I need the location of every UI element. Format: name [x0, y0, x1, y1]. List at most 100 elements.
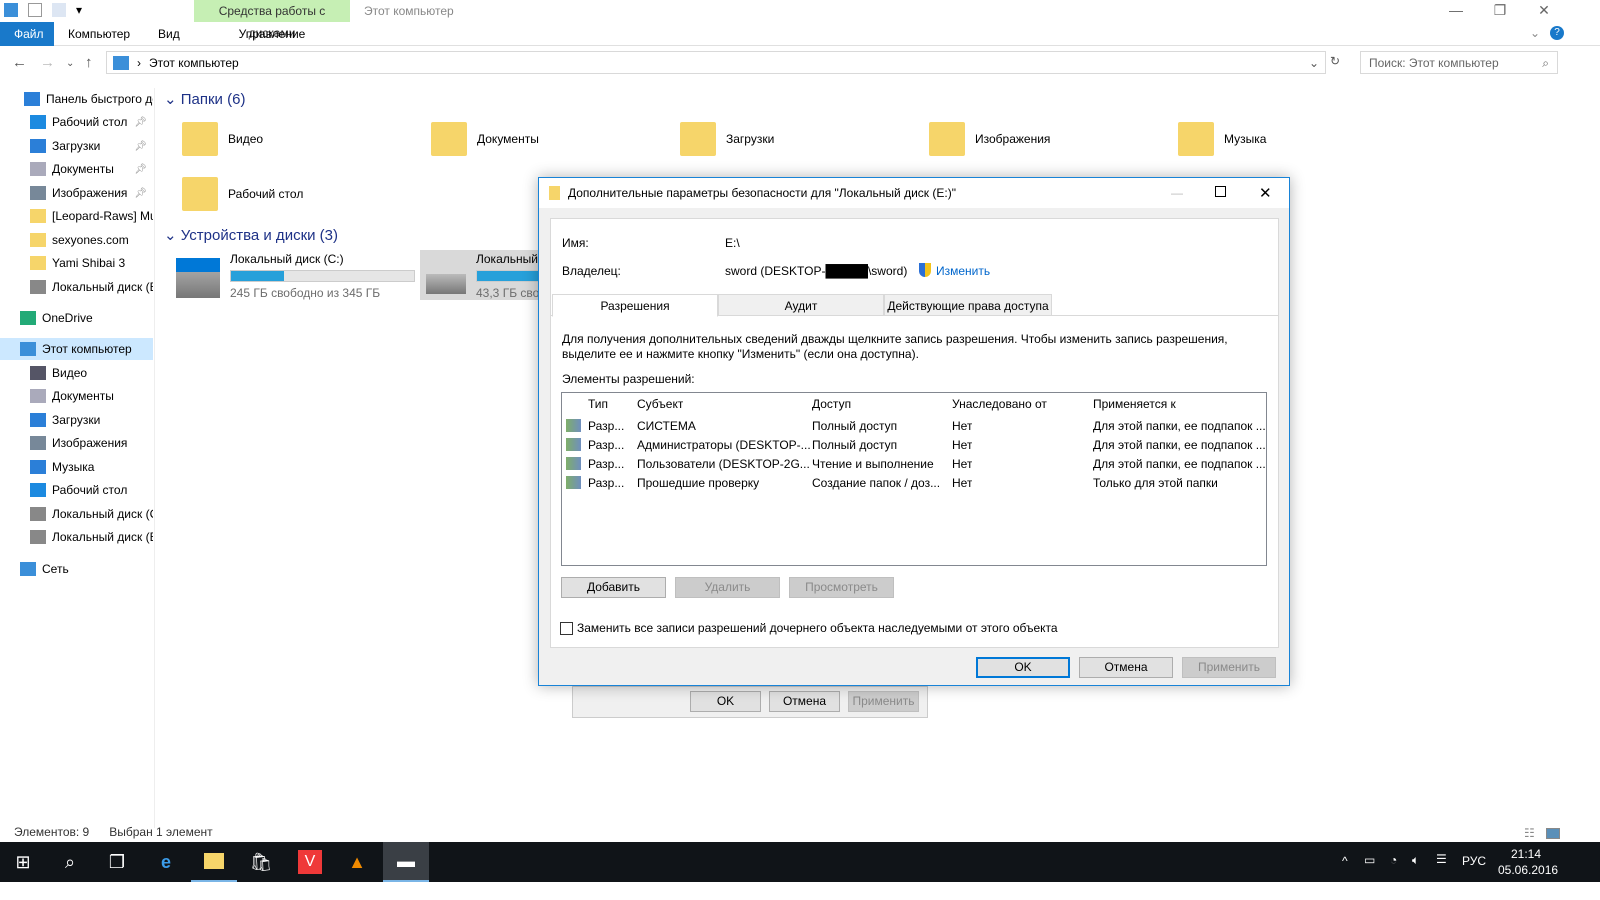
permission-entries-list[interactable]: Тип Субъект Доступ Унаследовано от Приме… [561, 392, 1267, 566]
column-applies-to[interactable]: Применяется к [1093, 397, 1176, 411]
task-view-icon[interactable]: ❐ [94, 842, 140, 882]
properties-icon[interactable] [28, 3, 42, 17]
folder-item[interactable]: Видео [182, 122, 263, 156]
remove-button[interactable]: Удалить [675, 577, 780, 598]
folder-item[interactable]: Документы [431, 122, 539, 156]
tab-computer[interactable]: Компьютер [54, 22, 144, 46]
sidebar-item[interactable]: Панель быстрого доступа [0, 88, 153, 110]
folder-item[interactable]: Музыка [1178, 122, 1266, 156]
expand-ribbon-icon[interactable]: ⌄ [1530, 26, 1540, 40]
apply-button[interactable]: Применить [1182, 657, 1276, 678]
sidebar-item[interactable]: Загрузки [0, 409, 153, 431]
add-button[interactable]: Добавить [561, 577, 666, 598]
permission-entry-row[interactable]: Разр... Администраторы (DESKTOP-... Полный… [562, 435, 1266, 454]
close-button[interactable]: ✕ [1522, 0, 1566, 22]
replace-permissions-checkbox[interactable] [560, 622, 573, 635]
large-icons-view-icon[interactable] [1546, 828, 1560, 839]
sidebar-item[interactable]: Музыка [0, 456, 153, 478]
sidebar-item[interactable]: Документы 📌︎ [0, 158, 153, 180]
sidebar-item[interactable]: Сеть [0, 558, 153, 580]
vlc-icon[interactable]: ▲ [334, 842, 380, 882]
minimize-button[interactable]: — [1171, 186, 1183, 200]
sidebar-item[interactable]: Рабочий стол 📌︎ [0, 111, 153, 133]
tab-effective-access[interactable]: Действующие права доступа [884, 294, 1052, 316]
start-windows-icon[interactable]: ⊞ [0, 842, 46, 882]
search-icon[interactable]: ⌕ [47, 842, 93, 882]
close-button[interactable]: ✕ [1259, 184, 1272, 202]
file-explorer-icon[interactable] [191, 842, 237, 882]
column-type[interactable]: Тип [588, 397, 608, 411]
sidebar-item[interactable]: Видео [0, 362, 153, 384]
sidebar-item[interactable]: OneDrive [0, 307, 153, 329]
vivaldi-icon[interactable]: V [287, 842, 333, 882]
up-icon[interactable]: ↑ [85, 54, 93, 71]
minimize-button[interactable]: — [1434, 0, 1478, 22]
apply-button[interactable]: Применить [848, 691, 919, 712]
sidebar-item[interactable]: Yami Shibai 3 [0, 252, 153, 274]
customize-dropdown-icon[interactable]: ▾ [76, 3, 84, 17]
folder-item[interactable]: Рабочий стол [182, 177, 303, 211]
change-owner-link[interactable]: Изменить [936, 264, 990, 278]
sidebar-item[interactable]: Изображения 📌︎ [0, 182, 153, 204]
recent-dropdown-icon[interactable]: ⌄ [66, 58, 74, 69]
forward-icon[interactable]: → [40, 54, 55, 71]
drive-c[interactable]: Локальный диск (C:) 245 ГБ свободно из 3… [176, 252, 415, 300]
back-icon[interactable]: ← [12, 54, 27, 71]
sidebar-item[interactable]: Документы [0, 385, 153, 407]
maximize-button[interactable] [1215, 186, 1226, 197]
action-center-icon[interactable]: ☰ [1436, 852, 1447, 866]
battery-icon[interactable]: ▭ [1364, 853, 1375, 867]
sidebar-item[interactable]: Локальный диск (E [0, 276, 153, 298]
pin-icon[interactable]: 📌︎ [134, 188, 147, 199]
view-button[interactable]: Просмотреть [789, 577, 894, 598]
wifi-icon[interactable]: ◔ [1390, 853, 1397, 867]
restore-button[interactable]: ❐ [1478, 0, 1522, 22]
language-indicator[interactable]: РУС [1462, 854, 1486, 868]
pin-icon[interactable]: 📌︎ [134, 141, 147, 152]
clock[interactable]: 21:14 05.06.2016 [1498, 846, 1558, 878]
tab-manage[interactable]: Управление [194, 22, 350, 46]
folders-group-header[interactable]: ⌄ Папки (6) [164, 90, 245, 108]
tab-view[interactable]: Вид [144, 22, 194, 46]
details-view-icon[interactable]: ☷ [1524, 826, 1535, 840]
column-access[interactable]: Доступ [812, 397, 851, 411]
cancel-button[interactable]: Отмена [769, 691, 840, 712]
devices-group-header[interactable]: ⌄ Устройства и диски (3) [164, 226, 338, 244]
sidebar-item[interactable]: [Leopard-Raws] Mu [0, 205, 153, 227]
refresh-icon[interactable]: ↻ [1330, 54, 1340, 68]
permission-entry-row[interactable]: Разр... Пользователи (DESKTOP-2G... Чтение… [562, 454, 1266, 473]
address-dropdown-icon[interactable]: ⌄ [1309, 56, 1319, 70]
permission-entry-row[interactable]: Разр... СИСТЕМА Полный доступ Нет Для этой п… [562, 416, 1266, 435]
tab-auditing[interactable]: Аудит [718, 294, 884, 316]
drive-app-icon[interactable]: ▬ [383, 842, 429, 882]
sidebar-item[interactable]: sexyones.com [0, 229, 153, 251]
tab-permissions[interactable]: Разрешения [552, 294, 718, 317]
column-inherited-from[interactable]: Унаследовано от [952, 397, 1047, 411]
sidebar-item[interactable]: Изображения [0, 432, 153, 454]
edge-icon[interactable]: e [143, 842, 189, 882]
ok-button[interactable]: OK [690, 691, 761, 712]
sidebar-item[interactable]: Локальный диск (E [0, 526, 153, 548]
sidebar-item[interactable]: Этот компьютер [0, 338, 153, 360]
store-icon[interactable]: 🛍 [238, 842, 284, 882]
new-folder-icon[interactable] [52, 3, 66, 17]
replace-permissions-label[interactable]: Заменить все записи разрешений дочернего… [577, 621, 1058, 635]
address-bar[interactable]: › Этот компьютер ⌄ [106, 51, 1326, 74]
cancel-button[interactable]: Отмена [1079, 657, 1173, 678]
sidebar-item[interactable]: Рабочий стол [0, 479, 153, 501]
tab-file[interactable]: Файл [0, 22, 54, 46]
show-hidden-icons-icon[interactable]: ^ [1342, 854, 1348, 868]
help-icon[interactable]: ? [1550, 26, 1564, 40]
sidebar-item[interactable]: Загрузки 📌︎ [0, 135, 153, 157]
sidebar-item[interactable]: Локальный диск (C [0, 503, 153, 525]
folder-item[interactable]: Загрузки [680, 122, 774, 156]
drive-e[interactable]: Локальный 43,3 ГБ своб [420, 250, 550, 300]
ok-button[interactable]: OK [976, 657, 1070, 678]
column-principal[interactable]: Субъект [637, 397, 683, 411]
drive-tools-tab[interactable]: Средства работы с дисками [194, 0, 350, 40]
folder-item[interactable]: Изображения [929, 122, 1050, 156]
search-input[interactable]: Поиск: Этот компьютер ⌕ [1360, 51, 1558, 74]
volume-icon[interactable]: 🔈︎ [1412, 853, 1419, 868]
pin-icon[interactable]: 📌︎ [134, 117, 147, 128]
permission-entry-row[interactable]: Разр... Прошедшие проверку Создание папок … [562, 473, 1266, 492]
